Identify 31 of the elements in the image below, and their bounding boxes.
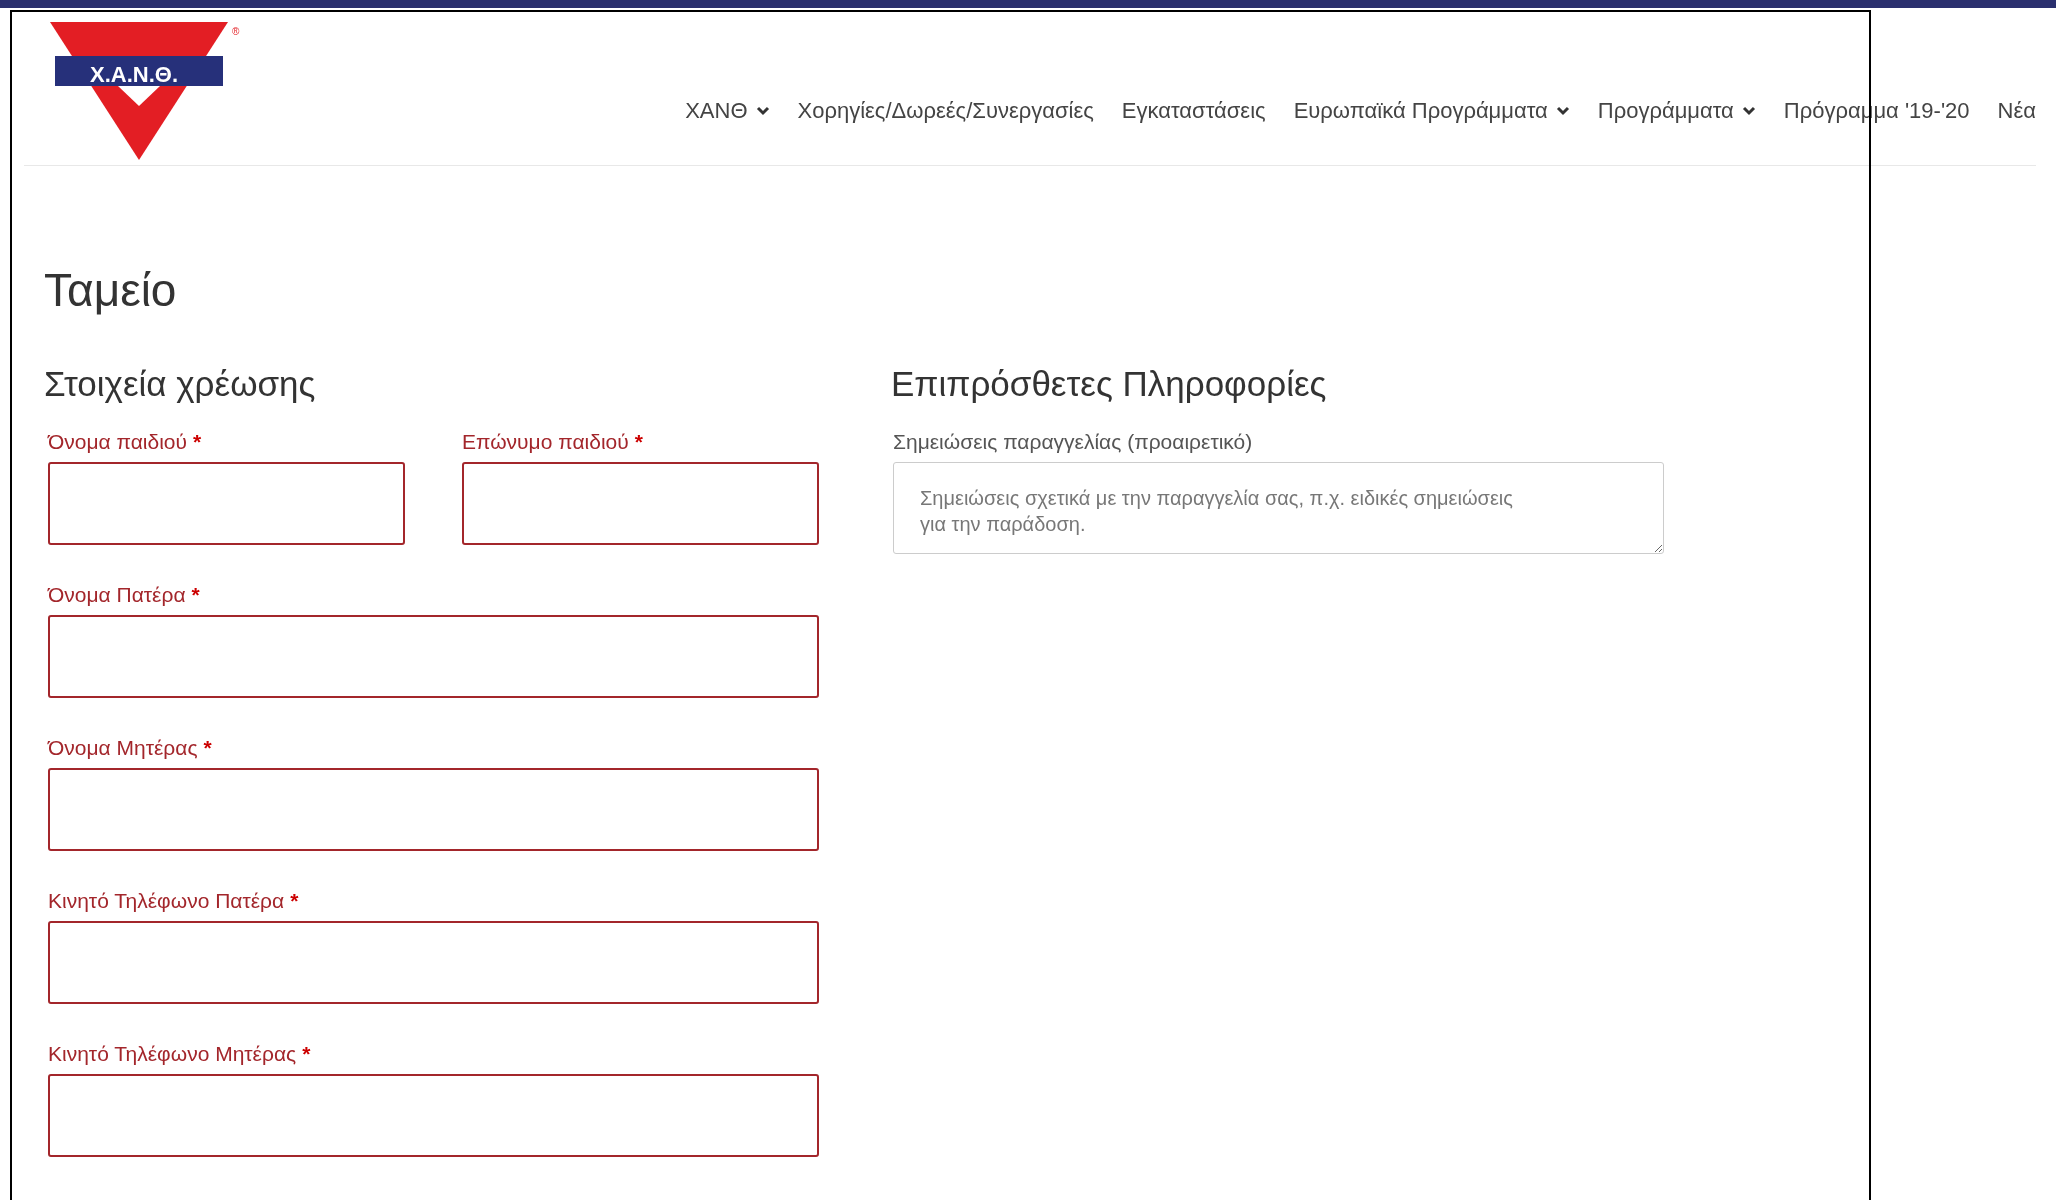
page-title: Ταμείο [44,263,178,318]
text-input[interactable] [48,615,819,698]
field-label: Σημειώσεις παραγγελίας (προαιρετικό) [893,429,1254,455]
nav-link[interactable]: Εγκαταστάσεις [1121,94,1266,127]
field-label: Κινητό Τηλέφωνο Μητέρας [48,1041,297,1067]
logo-text: Χ.Α.Ν.Θ. [90,61,178,89]
required-marker: * [290,888,299,914]
field-label: Όνομα Μητέρας [48,735,198,761]
text-input[interactable] [48,921,819,1004]
nav-link[interactable]: Χορηγίες/Δωρεές/Συνεργασίες [797,94,1094,127]
nav-link[interactable]: ΧΑΝΘ [685,94,770,127]
required-marker: * [203,735,212,761]
text-input[interactable] [48,462,405,545]
field-label: Όνομα Πατέρα [48,582,186,608]
section-heading: Επιπρόσθετες Πληροφορίες [891,363,1328,405]
field-label: Κινητό Τηλέφωνο Πατέρα [48,888,285,914]
nav-link[interactable]: Ευρωπαϊκά Προγράμματα [1293,94,1570,127]
required-marker: * [634,429,643,455]
text-input[interactable] [48,768,819,851]
required-marker: * [191,582,200,608]
required-marker: * [302,1041,311,1067]
registered-mark: ® [232,25,240,39]
section-heading: Στοιχεία χρέωσης [44,363,317,405]
text-input[interactable] [462,462,819,545]
nav-link[interactable]: Προγράμματα [1597,94,1756,127]
field-label: Όνομα παιδιού [48,429,188,455]
text-input[interactable] [48,1074,819,1157]
required-marker: * [193,429,202,455]
notes-textarea[interactable]: Σημειώσεις σχετικά με την παραγγελία σας, π.χ. ειδικές σημειώσεις για την παράδοση. [893,462,1664,554]
field-label: Επώνυμο παιδιού [462,429,629,455]
nav-link[interactable]: Νέα [1997,94,2036,127]
